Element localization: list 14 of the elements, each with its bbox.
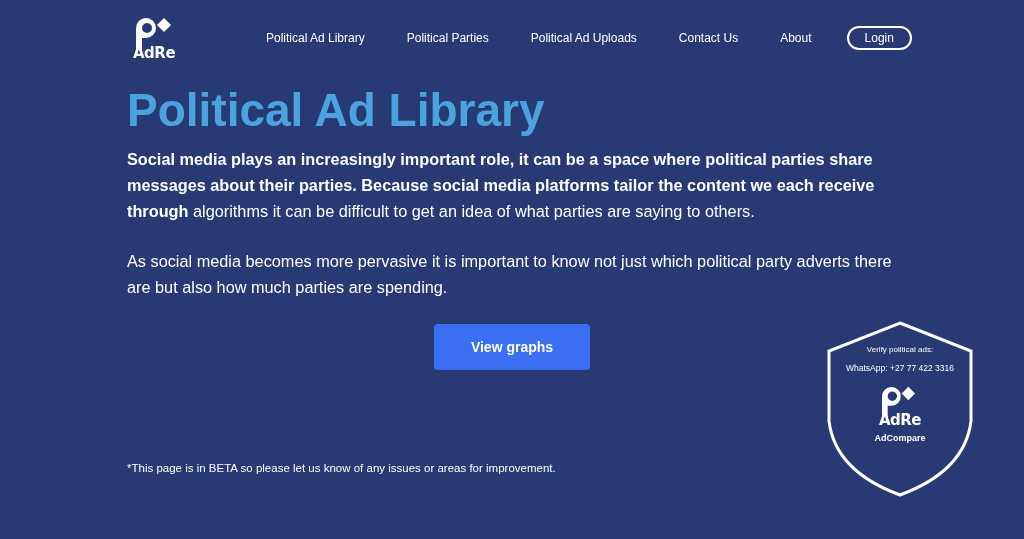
login-button[interactable]: Login (846, 26, 912, 50)
whatsapp-number: WhatsApp: +27 77 422 3316 (846, 363, 954, 373)
badge-caption: AdCompare (874, 433, 926, 443)
paragraph: As social media becomes more pervasive it is important to know not just which political party adverts there are but also how much parties are spending. (127, 251, 893, 298)
nav-link[interactable]: Political Ad Library (266, 31, 365, 45)
paragraph: Social media plays an increasingly important role, it can be a space where political parties share messages about their parties. Because social media platforms tailor the content we each receive through algorithms it can be difficult to get an idea of what parties are saying to others. (127, 149, 876, 222)
view-graphs-button[interactable]: View graphs (434, 324, 590, 370)
page-title: Political Ad Library (127, 83, 546, 138)
beta-note: *This page is in BETA so please let us know of any issues or areas for improvement. (127, 462, 557, 474)
nav-link[interactable]: Contact Us (678, 31, 739, 45)
nav-link[interactable]: Political Ad Uploads (530, 31, 637, 45)
nav-link[interactable]: About (780, 31, 812, 45)
badge-heading: Verify political ads: (866, 345, 934, 354)
nav-link[interactable]: Political Parties (406, 31, 489, 45)
